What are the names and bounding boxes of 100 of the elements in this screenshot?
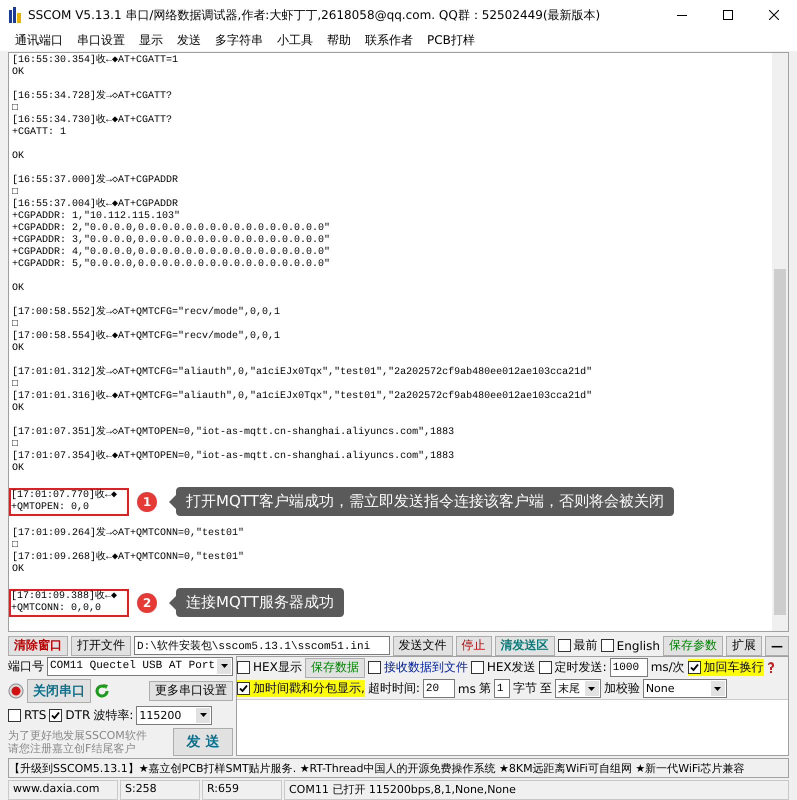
log-line: [16:55:34.728]发→◇AT+CGATT? — [12, 91, 172, 103]
close-icon — [769, 10, 779, 20]
log-line: [16:55:37.004]收←◆AT+CGPADDR — [12, 199, 180, 210]
step-number: 2 — [137, 592, 158, 612]
close-port-button[interactable]: 关闭串口 — [27, 678, 91, 703]
log-line: OK — [12, 403, 26, 415]
log-line: □ — [12, 379, 20, 390]
timeout-label: 超时时间: — [368, 680, 420, 697]
checksum-label: 加校验 — [604, 680, 640, 697]
log-line: +CGPADDR: 1,"10.112.115.103" — [12, 211, 182, 222]
stop-button[interactable]: 停止 — [456, 636, 492, 656]
port-select[interactable]: COM11 Quectel USB AT Port — [47, 656, 233, 676]
dtr-checkbox[interactable]: DTR — [49, 708, 90, 722]
hex-send-checkbox[interactable]: HEX发送 — [470, 659, 536, 676]
log-line: +CGPADDR: 3,"0.0.0.0,0.0.0.0.0.0.0.0.0.0.0.0.0.0.0.0" — [12, 235, 330, 246]
send-button[interactable]: 发 送 — [173, 728, 233, 756]
pointer-icon — [169, 596, 176, 610]
log-line: [16:55:37.000]发→◇AT+CGPADDR — [12, 175, 180, 187]
english-checkbox[interactable]: English — [600, 638, 660, 652]
log-line: +CGPADDR: 5,"0.0.0.0,0.0.0.0.0.0.0.0.0.0.0.0.0.0.0.0" — [12, 259, 330, 271]
log-line: OK — [12, 463, 26, 475]
log-line: [17:01:07.354]收←◆AT+QMTOPEN=0,"iot-as-mqtt.cn-shanghai.aliyuncs.com",1883 — [12, 451, 454, 463]
file-path-field[interactable]: D:\软件安装包\sscom5.13.1\sscom51.ini — [134, 636, 390, 655]
interval-field[interactable]: 1000 — [610, 658, 648, 677]
expand-button[interactable]: 扩展 — [726, 636, 762, 656]
minimize-icon — [677, 14, 687, 16]
checksum-select[interactable]: None — [642, 679, 727, 698]
log-line: □ — [12, 103, 20, 114]
baud-label: 波特率: — [93, 706, 134, 724]
maximize-icon — [723, 10, 733, 20]
app-logo-icon — [8, 7, 22, 23]
log-line: [17:01:07.351]发→◇AT+QMTOPEN=0,"iot-as-mqtt.cn-shanghai.aliyuncs.com",1883 — [12, 427, 454, 439]
log-line: OK — [12, 564, 26, 576]
topmost-checkbox[interactable]: 最前 — [558, 637, 598, 654]
save-data-button[interactable]: 保存数据 — [304, 658, 365, 678]
log-line: OK — [12, 151, 24, 163]
menu-item[interactable]: 多字符串 — [208, 32, 270, 49]
receive-to-file-checkbox[interactable]: 接收数据到文件 — [368, 659, 468, 676]
log-line: [17:01:01.316]收←◆AT+QMTCFG="aliauth",0,"a1ciEJx0Tqx","test01","2a202572cf9ab480ee012ae103cca21d" — [12, 391, 592, 403]
log-line: +CGATT: 1 — [12, 127, 68, 139]
more-settings-button[interactable]: 更多串口设置 — [149, 680, 233, 701]
menu-item[interactable]: 小工具 — [270, 32, 320, 49]
menu-item[interactable]: 发送 — [170, 32, 208, 49]
register-notice: 为了更好地发展SSCOM软件 请您注册嘉立创F结尾客户 — [8, 728, 147, 755]
status-cell: COM11 已打开 115200bps,8,1,None,None — [284, 780, 789, 800]
status-cell: www.daxia.com — [8, 780, 118, 800]
log-line: OK — [12, 283, 24, 295]
clear-window-button[interactable]: 清除窗口 — [8, 636, 68, 656]
save-params-button[interactable]: 保存参数 — [663, 636, 723, 656]
scrollbar[interactable] — [772, 53, 788, 631]
timed-send-checkbox[interactable]: 定时发送: — [538, 659, 607, 676]
log-line: OK — [12, 67, 26, 79]
log-line: [17:01:01.312]发→◇AT+QMTCFG="aliauth",0,"a1ciEJx0Tqx","test01","2a202572cf9ab480ee012ae103cca21d" — [12, 367, 592, 379]
log-line: □ — [12, 540, 20, 552]
end-select[interactable]: 末尾 — [554, 679, 601, 698]
log-line: □ — [12, 439, 20, 450]
send-file-button[interactable]: 发送文件 — [392, 636, 453, 656]
log-line: +CGPADDR: 2,"0.0.0.0,0.0.0.0.0.0.0.0.0.0.0.0.0.0.0.0" — [12, 223, 330, 234]
log-line: [17:01:09.388]收←◆ — [11, 590, 118, 602]
timeout-unit: ms — [458, 682, 476, 696]
log-line: +QMTOPEN: 0,0 — [11, 502, 90, 514]
from-byte-field[interactable]: 1 — [494, 679, 510, 698]
menu-item[interactable]: 联系作者 — [358, 32, 420, 49]
baud-select[interactable]: 115200 — [136, 706, 212, 725]
byte-label: 字节 — [512, 680, 537, 697]
log-line: [17:01:07.770]收←◆ — [11, 490, 118, 502]
collapse-button[interactable]: — — [765, 636, 789, 656]
step-number: 1 — [137, 492, 158, 512]
from-label: 第 — [478, 680, 491, 697]
dropdown-caret-icon — [196, 708, 210, 723]
timestamp-checkbox[interactable]: 加时间戳和分包显示, — [237, 680, 365, 697]
log-line: [17:01:09.268]收←◆AT+QMTCONN=0,"test01" — [12, 552, 244, 564]
timeout-field[interactable]: 20 — [422, 679, 455, 698]
refresh-icon[interactable] — [94, 682, 110, 699]
hex-display-checkbox[interactable]: HEX显示 — [237, 659, 302, 676]
dropdown-caret-icon — [584, 681, 599, 696]
port-label: 端口号 — [8, 658, 44, 675]
to-label: 至 — [540, 680, 552, 697]
log-line: [17:01:09.264]发→◇AT+QMTCONN=0,"test01" — [12, 528, 244, 540]
menu-item[interactable]: 帮助 — [320, 32, 358, 49]
dropdown-caret-icon — [217, 658, 231, 674]
log-line: □ — [12, 187, 20, 198]
open-file-button[interactable]: 打开文件 — [71, 636, 131, 656]
menu-item[interactable]: 串口设置 — [70, 32, 132, 49]
log-line: +QMTCONN: 0,0,0 — [11, 602, 102, 614]
menu-item[interactable]: PCB打样 — [420, 32, 482, 49]
ad-ticker: 【升级到SSCOM5.13.1】★嘉立创PCB打样SMT贴片服务. ★RT-Thread中国人的开源免费操作系统 ★8KM远距离WiFi可自组网 ★新一代WiFi芯片兼容 — [8, 758, 789, 778]
log-line: [17:00:58.552]发→◇AT+QMTCFG="recv/mode",0,0,1 — [12, 307, 280, 319]
log-line: □ — [12, 319, 20, 330]
pointer-icon — [169, 494, 176, 508]
menu-item[interactable]: 通讯端口 — [8, 32, 70, 49]
clear-send-button[interactable]: 清发送区 — [494, 636, 555, 656]
checkmark-icon — [239, 684, 248, 693]
window-title: SSCOM V5.13.1 串口/网络数据调试器,作者:大虾丁丁,2618058@qq.com. QQ群：52502449(最新版本) — [28, 6, 602, 24]
menu-item[interactable]: 显示 — [132, 32, 170, 49]
log-line: [17:00:58.554]收←◆AT+QMTCFG="recv/mode",0,0,1 — [12, 331, 280, 343]
help-icon[interactable] — [766, 662, 775, 674]
status-light-icon — [8, 682, 24, 699]
rts-checkbox[interactable]: RTS — [8, 708, 46, 722]
append-newline-checkbox[interactable]: 加回车换行 — [688, 659, 764, 676]
